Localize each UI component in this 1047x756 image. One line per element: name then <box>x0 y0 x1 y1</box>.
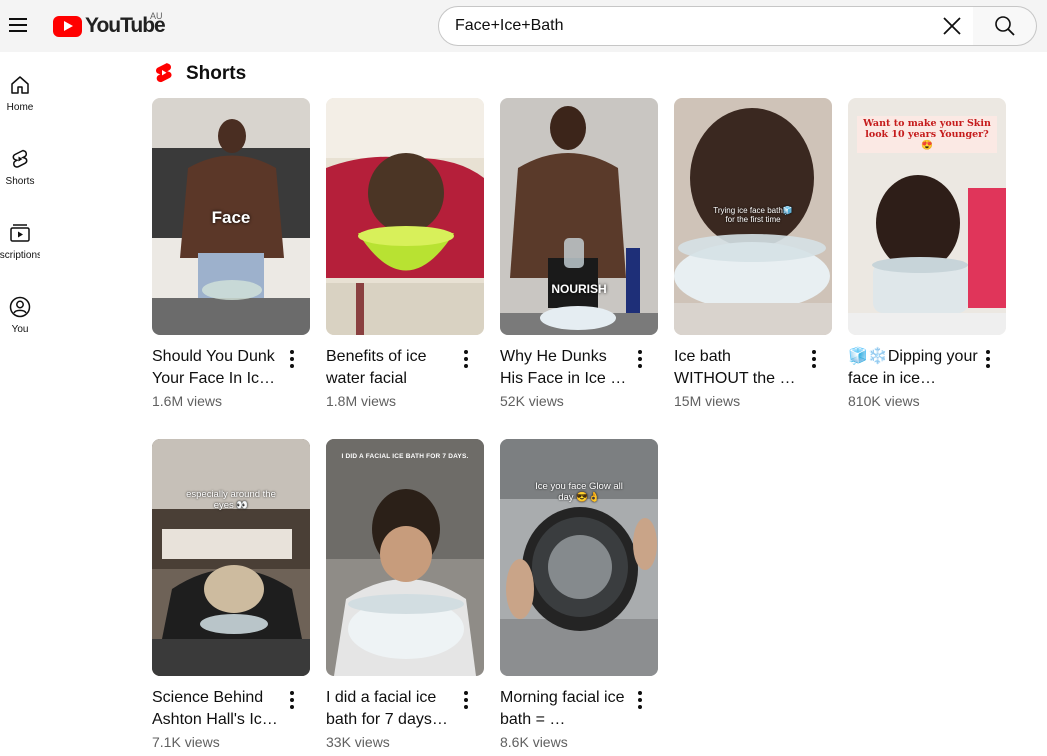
region-code: AU <box>150 11 163 21</box>
short-title[interactable]: Should You Dunk Your Face In Ic… <box>152 346 282 390</box>
more-vert-icon <box>290 691 294 695</box>
sidebar-item-you[interactable]: You <box>0 296 40 335</box>
subscriptions-icon <box>10 224 30 242</box>
short-thumbnail[interactable]: especially around the eyes 👀 <box>152 439 310 676</box>
short-title[interactable]: Science Behind Ashton Hall's Ic… <box>152 687 282 731</box>
view-count: 7.1K views <box>152 734 220 750</box>
sidebar-item-subscriptions[interactable]: Subscriptions <box>0 222 40 261</box>
short-thumbnail[interactable]: Face <box>152 98 310 335</box>
sidebar-item-label: Shorts <box>5 176 35 187</box>
short-card[interactable]: Ice you face Glow all day 😎👌 Morning fac… <box>500 439 660 750</box>
youtube-logo[interactable]: YouTube <box>53 14 166 38</box>
clear-search-button[interactable] <box>937 11 967 41</box>
sidebar-item-label: You <box>11 324 29 335</box>
search-input[interactable] <box>455 17 915 35</box>
you-icon <box>9 296 31 318</box>
mini-guide: Home Shorts Subscriptions You <box>0 52 40 756</box>
short-thumbnail[interactable]: Trying ice face bath🧊 for the first time <box>674 98 832 335</box>
view-count: 1.6M views <box>152 393 223 409</box>
short-title[interactable]: I did a facial ice bath for 7 days… <box>326 687 456 731</box>
short-card[interactable]: Face Should You Dunk Your Face In Ic… 1.… <box>152 98 312 409</box>
home-icon <box>11 76 29 94</box>
short-card[interactable]: Want to make your Skin look 10 years You… <box>848 98 1008 409</box>
short-title[interactable]: Benefits of ice water facial <box>326 346 456 390</box>
more-actions-button[interactable] <box>286 691 298 709</box>
short-card[interactable]: especially around the eyes 👀 Science Beh… <box>152 439 312 750</box>
thumbnail-overlay-text: especially around the eyes 👀 <box>186 489 276 511</box>
more-actions-button[interactable] <box>982 350 994 368</box>
more-actions-button[interactable] <box>634 350 646 368</box>
view-count: 15M views <box>674 393 741 409</box>
short-thumbnail[interactable]: Want to make your Skin look 10 years You… <box>848 98 1006 335</box>
more-vert-icon <box>812 350 816 354</box>
short-thumbnail[interactable]: NOURISH <box>500 98 658 335</box>
shorts-icon <box>12 149 28 168</box>
masthead: YouTube AU <box>0 0 1047 52</box>
shorts-logo-icon <box>156 63 172 83</box>
youtube-play-icon <box>53 15 82 37</box>
section-title: Shorts <box>186 63 247 84</box>
more-vert-icon <box>464 691 468 695</box>
more-actions-button[interactable] <box>460 691 472 709</box>
thumbnail-overlay-text: NOURISH <box>551 282 607 296</box>
search-box <box>438 6 974 46</box>
short-title[interactable]: Morning facial ice bath = … <box>500 687 630 731</box>
close-icon <box>943 17 961 35</box>
shorts-shelf-header: Shorts <box>154 62 246 86</box>
thumbnail-overlay-text: Want to make your Skin look 10 years You… <box>857 116 997 153</box>
search-button[interactable] <box>973 6 1037 46</box>
view-count: 52K views <box>500 393 564 409</box>
thumbnail-overlay-text: Face <box>211 208 251 227</box>
short-card[interactable]: NOURISH Why He Dunks His Face in Ice … 5… <box>500 98 660 409</box>
thumbnail-overlay-text: Ice you face Glow all day 😎👌 <box>535 481 623 503</box>
thumbnail-overlay-text: Trying ice face bath🧊 for the first time <box>713 206 793 224</box>
sidebar-item-label: Home <box>6 102 34 113</box>
more-vert-icon <box>638 691 642 695</box>
short-card[interactable]: Trying ice face bath🧊 for the first time… <box>674 98 834 409</box>
hamburger-icon <box>9 18 27 20</box>
short-thumbnail[interactable]: I DID A FACIAL ICE BATH FOR 7 DAYS. <box>326 439 484 676</box>
thumbnail-overlay-text: I DID A FACIAL ICE BATH FOR 7 DAYS. <box>341 453 469 460</box>
more-vert-icon <box>464 350 468 354</box>
more-vert-icon <box>638 350 642 354</box>
guide-menu-button[interactable] <box>4 10 32 40</box>
short-thumbnail[interactable]: Ice you face Glow all day 😎👌 <box>500 439 658 676</box>
short-card[interactable]: I DID A FACIAL ICE BATH FOR 7 DAYS. I di… <box>326 439 486 750</box>
search-icon <box>994 16 1015 36</box>
short-title[interactable]: 🧊❄️Dipping your face in ice… <box>848 346 978 390</box>
more-actions-button[interactable] <box>808 350 820 368</box>
sidebar-item-shorts[interactable]: Shorts <box>0 148 40 187</box>
more-vert-icon <box>290 350 294 354</box>
view-count: 810K views <box>848 393 920 409</box>
view-count: 1.8M views <box>326 393 397 409</box>
view-count: 8.6K views <box>500 734 568 750</box>
more-actions-button[interactable] <box>286 350 298 368</box>
more-actions-button[interactable] <box>460 350 472 368</box>
sidebar-item-label: Subscriptions <box>0 250 40 261</box>
view-count: 33K views <box>326 734 390 750</box>
short-thumbnail[interactable] <box>326 98 484 335</box>
short-card[interactable]: Benefits of ice water facial 1.8M views <box>326 98 486 409</box>
short-title[interactable]: Ice bath WITHOUT the … <box>674 346 804 390</box>
more-actions-button[interactable] <box>634 691 646 709</box>
sidebar-item-home[interactable]: Home <box>0 74 40 113</box>
short-title[interactable]: Why He Dunks His Face in Ice … <box>500 346 630 390</box>
more-vert-icon <box>986 350 990 354</box>
